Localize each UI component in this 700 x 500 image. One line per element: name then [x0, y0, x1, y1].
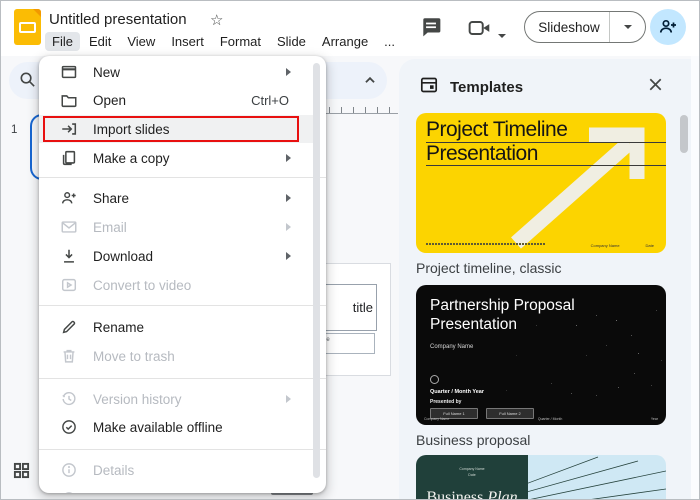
- menu-item-new[interactable]: New: [39, 58, 313, 86]
- menu-bar: File Edit View Insert Format Slide Arran…: [45, 32, 402, 51]
- templates-panel: Templates Project Timeline Presentation …: [399, 59, 691, 500]
- menu-item-download[interactable]: Download: [39, 242, 313, 270]
- card2-footer-center: Quarter / Month: [537, 417, 563, 421]
- share-person-add-icon: [60, 189, 78, 207]
- templates-panel-title: Templates: [450, 79, 524, 96]
- panel-scrollbar-thumb[interactable]: [680, 115, 688, 153]
- info-icon: [60, 461, 78, 479]
- card1-heading-line2: Presentation: [426, 142, 666, 167]
- menu-file[interactable]: File: [45, 32, 80, 51]
- trash-icon: [60, 347, 78, 365]
- card2-company: Company Name: [430, 344, 474, 350]
- template-caption-project-timeline: Project timeline, classic: [416, 260, 562, 276]
- rename-pencil-icon: [60, 318, 78, 336]
- menu-scrollbar-thumb[interactable]: [313, 63, 320, 478]
- document-title[interactable]: Untitled presentation: [49, 11, 187, 28]
- menu-item-details: Details: [39, 456, 313, 484]
- card2-heading-line1: Partnership Proposal: [430, 297, 575, 314]
- offline-check-icon: [60, 418, 78, 436]
- comments-icon[interactable]: [420, 16, 442, 43]
- menu-divider: [39, 378, 326, 379]
- submenu-arrow-icon: [286, 194, 291, 202]
- red-highlight-box: [43, 116, 299, 142]
- menu-item-convert-to-video: Convert to video: [39, 271, 313, 299]
- copy-icon: [60, 149, 78, 167]
- menu-item-import-slides[interactable]: Import slides: [39, 115, 313, 143]
- fan-lines-graphic: [522, 456, 666, 499]
- camera-dropdown-caret[interactable]: [498, 25, 506, 43]
- menu-item-partial: [39, 485, 313, 493]
- card2-footer-right: Year: [650, 417, 658, 421]
- menu-insert[interactable]: Insert: [164, 32, 211, 51]
- menu-format[interactable]: Format: [213, 32, 268, 51]
- submenu-arrow-icon: [286, 223, 291, 231]
- window-right-strip: [691, 56, 699, 499]
- share-button[interactable]: [650, 9, 686, 45]
- menu-item-email: Email: [39, 213, 313, 241]
- card1-footer-date: Date: [645, 243, 654, 248]
- menu-item-version-history: Version history: [39, 385, 313, 413]
- google-slides-window: Untitled presentation ☆ File Edit View I…: [0, 0, 700, 500]
- template-card-business-plan[interactable]: Company Name Date Business Plan: [416, 455, 666, 500]
- template-card-project-timeline[interactable]: Project Timeline Presentation Company Na…: [416, 113, 666, 253]
- menu-item-move-to-trash: Move to trash: [39, 342, 313, 370]
- slideshow-button[interactable]: Slideshow: [525, 20, 609, 35]
- submenu-arrow-icon: [286, 68, 291, 76]
- card1-footer-company: Company Name: [590, 243, 620, 248]
- version-history-icon: [60, 390, 78, 408]
- header: Untitled presentation ☆ File Edit View I…: [1, 1, 699, 56]
- close-templates-icon[interactable]: [646, 75, 665, 99]
- menu-view[interactable]: View: [120, 32, 162, 51]
- logo-inner-rect: [19, 22, 36, 33]
- convert-to-video-icon: [60, 276, 78, 294]
- menu-slide[interactable]: Slide: [270, 32, 313, 51]
- card1-heading-line1: Project Timeline: [426, 118, 666, 143]
- file-menu-dropdown: New Open Ctrl+O Import slides Make a cop…: [39, 56, 326, 493]
- submenu-arrow-icon: [286, 154, 291, 162]
- submenu-arrow-icon: [286, 252, 291, 260]
- download-icon: [60, 247, 78, 265]
- template-card-business-proposal[interactable]: Partnership Proposal Presentation Compan…: [416, 285, 666, 425]
- menu-item-rename[interactable]: Rename: [39, 313, 313, 341]
- card2-heading-line2: Presentation: [430, 316, 518, 334]
- new-presentation-icon: [60, 63, 78, 81]
- folder-open-icon: [60, 91, 78, 109]
- particle-decoration: [566, 345, 567, 346]
- slideshow-split-button: Slideshow: [524, 11, 646, 43]
- card2-presented-by: Presented by: [430, 399, 462, 405]
- card2-clock-icon: [430, 375, 439, 384]
- partial-icon: [60, 490, 78, 493]
- menu-overflow[interactable]: ...: [377, 32, 402, 51]
- email-icon: [60, 218, 78, 236]
- slideshow-dropdown-button[interactable]: [609, 12, 645, 42]
- card2-quarter: Quarter / Month Year: [430, 389, 484, 395]
- menu-edit[interactable]: Edit: [82, 32, 118, 51]
- slides-logo-icon[interactable]: [14, 9, 41, 45]
- menu-divider: [39, 177, 326, 178]
- card3-date: Date: [468, 472, 476, 477]
- menu-arrange[interactable]: Arrange: [315, 32, 375, 51]
- star-icon[interactable]: ☆: [210, 11, 223, 29]
- menu-divider: [39, 449, 326, 450]
- logo-fold: [33, 9, 41, 17]
- menu-item-make-a-copy[interactable]: Make a copy: [39, 144, 313, 172]
- templates-icon: [419, 75, 439, 100]
- card3-heading: Business Plan: [426, 489, 518, 500]
- menu-item-open[interactable]: Open Ctrl+O: [39, 86, 313, 114]
- card2-footer-left: Company Name: [424, 417, 450, 421]
- submenu-arrow-icon: [286, 395, 291, 403]
- card1-micro-text: [426, 243, 546, 245]
- menu-item-make-available-offline[interactable]: Make available offline: [39, 413, 313, 441]
- menu-divider: [39, 305, 326, 306]
- meet-camera-icon[interactable]: [468, 17, 492, 44]
- menu-item-share[interactable]: Share: [39, 184, 313, 212]
- shortcut-label: Ctrl+O: [251, 92, 289, 108]
- template-caption-business-proposal: Business proposal: [416, 432, 531, 448]
